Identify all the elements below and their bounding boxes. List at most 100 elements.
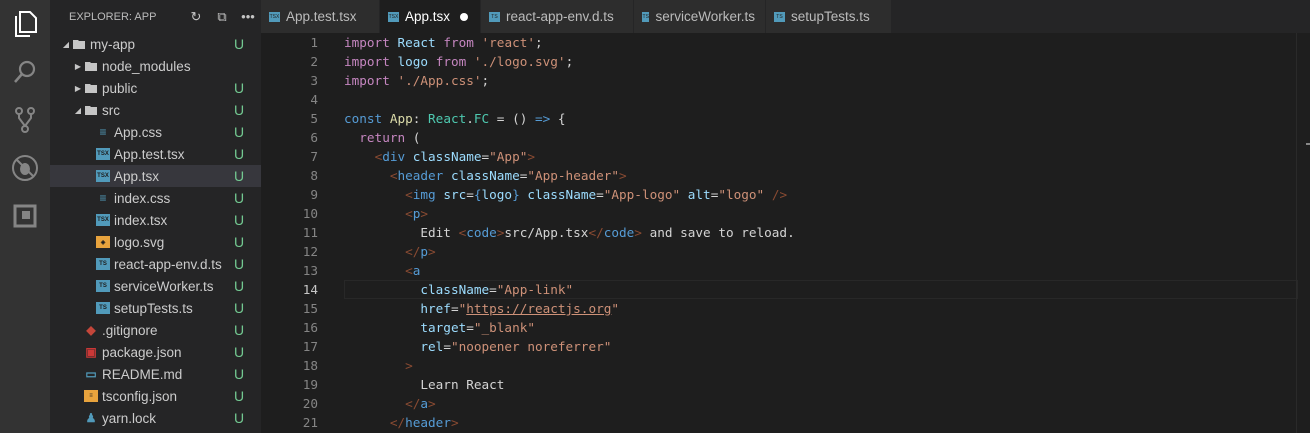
chevron-down-icon[interactable]: ◢ [72,106,84,115]
code-line[interactable]: href="https://reactjs.org" [344,299,619,318]
tree-item[interactable]: ▶ node_modules [50,55,261,77]
git-status-badge: U [234,388,245,404]
code-token: import [344,54,390,69]
tree-item[interactable]: ▭ README.md U [50,363,261,385]
tree-item[interactable]: TS react-app-env.d.ts U [50,253,261,275]
search-icon[interactable] [0,48,50,96]
code-token: rel [420,339,444,354]
tree-item[interactable]: TS serviceWorker.ts U [50,275,261,297]
code-token: logo [481,187,513,202]
code-line[interactable]: const App: React.FC = () => { [344,109,566,128]
code-token: ( [405,130,421,145]
code-line[interactable]: import logo from './logo.svg'; [344,52,573,71]
code-token: </ [405,396,421,411]
code-line[interactable]: Learn React [344,375,504,394]
editor-scrollbar[interactable] [1296,33,1310,433]
code-line[interactable]: rel="noopener noreferrer" [344,337,611,356]
code-token: header [397,168,444,183]
code-token: React [397,35,436,50]
debug-icon[interactable] [0,144,50,192]
line-number: 5 [310,111,318,126]
code-token: alt [687,187,711,202]
code-token: "App-header" [527,168,620,183]
tree-item[interactable]: TSX App.tsx U [50,165,261,187]
tree-item[interactable]: ♟ yarn.lock U [50,407,261,429]
code-line[interactable]: target="_blank" [344,318,535,337]
ts-file-icon: TS [96,302,110,314]
code-line[interactable]: Edit <code>src/App.tsx</code> and save t… [344,223,794,242]
chevron-right-icon[interactable]: ▶ [72,84,84,93]
code-line[interactable]: import './App.css'; [344,71,489,90]
code-line[interactable]: > [344,356,413,375]
code-line[interactable]: </a> [344,394,436,413]
code-token: from [435,54,467,69]
explorer-icon[interactable] [0,0,50,48]
tab-setuptests-ts[interactable]: TS setupTests.ts [766,0,892,33]
code-line[interactable]: </p> [344,242,436,261]
code-token: className [412,149,482,164]
css-file-icon: ≡ [99,125,107,139]
source-control-icon[interactable] [0,96,50,144]
code-token: </ [588,225,604,240]
code-line[interactable]: <a [344,261,420,280]
git-status-badge: U [234,168,245,184]
refresh-icon[interactable]: ↻ [183,9,209,25]
tree-item[interactable]: ◆ .gitignore U [50,319,261,341]
code-token: Edit [344,225,459,240]
tab-serviceworker-ts[interactable]: TS serviceWorker.ts [634,0,766,33]
code-token: } [512,187,520,202]
line-number: 3 [310,73,318,88]
unsaved-dot-icon[interactable] [460,12,469,21]
code-token: < [405,187,413,202]
code-line[interactable]: </header> [344,413,459,432]
tree-item[interactable]: TSX index.tsx U [50,209,261,231]
tab-label: App.tsx [405,9,451,24]
more-icon[interactable]: ••• [235,9,261,24]
code-editor[interactable]: 1 import React from 'react'; 2 import logo … [261,33,1310,433]
line-number: 18 [302,358,318,373]
code-line[interactable]: <img src={logo} className="App-logo" alt… [344,185,787,204]
code-line[interactable]: return ( [344,128,420,147]
tab-app-tsx[interactable]: TSX App.tsx [380,0,481,33]
tab-app-test-tsx[interactable]: TSX App.test.tsx [261,0,380,33]
chevron-right-icon[interactable]: ▶ [72,62,84,71]
code-token: { [550,111,566,126]
code-line[interactable]: <header className="App-header"> [344,166,627,185]
collapse-all-icon[interactable]: ⧉ [209,9,235,25]
tree-item[interactable]: ≡ index.css U [50,187,261,209]
tree-item[interactable]: ◢ my-app U [50,33,261,55]
code-token: from [443,35,474,50]
ts-file-icon: TS [774,11,785,22]
tree-item[interactable]: TS setupTests.ts U [50,297,261,319]
extensions-icon[interactable] [0,192,50,240]
ts-file-icon: TS [489,11,500,22]
code-token: "App" [489,149,528,164]
code-line[interactable]: import React from 'react'; [344,33,543,52]
git-status-badge: U [234,80,245,96]
tab-react-app-env-d-ts[interactable]: TS react-app-env.d.ts [481,0,634,33]
code-line[interactable]: <p> [344,204,428,223]
tree-item[interactable]: ◢ src U [50,99,261,121]
code-token: ; [481,73,490,88]
code-token: header [405,415,451,430]
code-token: div [382,149,406,164]
code-token: src/App.tsx [504,225,589,240]
tree-item[interactable]: ◈ logo.svg U [50,231,261,253]
tree-item[interactable]: ≡ App.css U [50,121,261,143]
tree-item[interactable]: TSX App.test.tsx U [50,143,261,165]
code-token: https://reactjs.org [466,301,612,316]
explorer-header: EXPLORER: APP ↻ ⧉ ••• [50,0,261,33]
tree-item[interactable]: ▣ package.json U [50,341,261,363]
code-token: return [359,130,406,145]
ts-file-icon: TS [642,11,650,22]
tree-item[interactable]: ▶ public U [50,77,261,99]
ts-file-icon: TSX [269,11,280,22]
chevron-down-icon[interactable]: ◢ [60,40,72,49]
code-token: src [443,187,467,202]
code-token: ; [535,35,543,50]
code-line[interactable]: <div className="App"> [344,147,535,166]
tree-item[interactable]: ≡ tsconfig.json U [50,385,261,407]
code-line[interactable]: className="App-link" [344,280,573,299]
